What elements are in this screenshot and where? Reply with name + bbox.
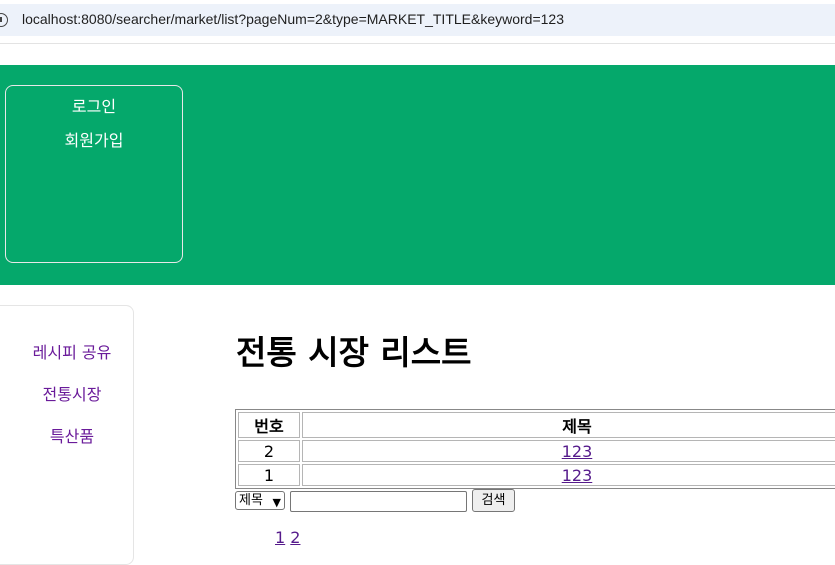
search-keyword-input[interactable] bbox=[290, 491, 467, 512]
signup-link[interactable]: 회원가입 bbox=[6, 127, 182, 151]
chevron-down-icon: ▼ bbox=[272, 496, 281, 509]
column-header-number: 번호 bbox=[238, 412, 300, 438]
sidebar-item-traditional-market[interactable]: 전통시장 bbox=[0, 381, 133, 405]
search-type-selected: 제목 bbox=[239, 493, 263, 508]
search-type-select[interactable]: 제목 ▼ bbox=[235, 491, 285, 510]
site-header: 로그인 회원가입 bbox=[0, 65, 835, 285]
page-link-1[interactable]: 1 bbox=[275, 528, 285, 547]
table-row: 1 123 bbox=[238, 464, 835, 486]
row-title-cell: 123 bbox=[302, 440, 835, 462]
search-button[interactable]: 검색 bbox=[472, 489, 515, 512]
auth-box: 로그인 회원가입 bbox=[5, 85, 183, 263]
login-link[interactable]: 로그인 bbox=[6, 93, 182, 117]
row-number: 1 bbox=[238, 464, 300, 486]
market-list-table: 번호 제목 2 123 1 123 bbox=[235, 409, 835, 489]
page-title: 전통 시장 리스트 bbox=[236, 333, 472, 372]
sidebar-item-specialty-products[interactable]: 특산품 bbox=[0, 423, 133, 447]
sidebar: 레시피 공유 전통시장 특산품 bbox=[0, 305, 134, 565]
row-number: 2 bbox=[238, 440, 300, 462]
column-header-title: 제목 bbox=[302, 412, 835, 438]
row-title-link[interactable]: 123 bbox=[562, 442, 593, 461]
table-header-row: 번호 제목 bbox=[238, 412, 835, 438]
browser-address-bar: localhost:8080/searcher/market/list?page… bbox=[0, 0, 835, 44]
row-title-link[interactable]: 123 bbox=[562, 466, 593, 485]
pagination: 1 2 bbox=[275, 528, 300, 547]
url-text[interactable]: localhost:8080/searcher/market/list?page… bbox=[22, 11, 564, 27]
page-link-2[interactable]: 2 bbox=[290, 528, 300, 547]
sidebar-item-recipe-share[interactable]: 레시피 공유 bbox=[0, 339, 133, 363]
table-row: 2 123 bbox=[238, 440, 835, 462]
row-title-cell: 123 bbox=[302, 464, 835, 486]
